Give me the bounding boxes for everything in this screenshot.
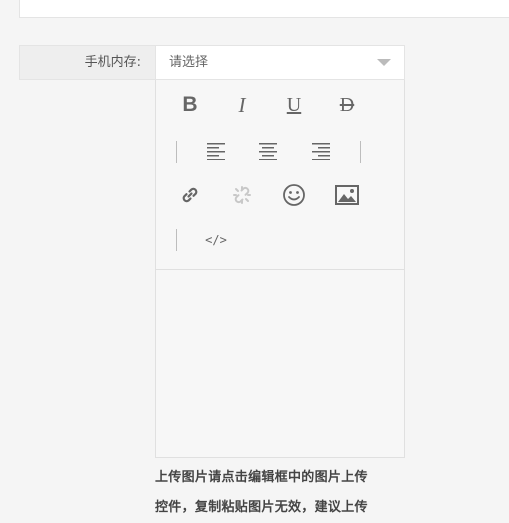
editor-content-area[interactable] [156,270,404,457]
underline-button[interactable]: U [279,90,309,120]
align-left-icon [207,143,225,160]
upload-hint-line: 上传图片请点击编辑框中的图片上传 [155,470,368,485]
align-right-button[interactable] [306,136,336,166]
editor-toolbar: B I U D </> [156,80,404,270]
underline-icon: U [286,93,302,116]
chevron-down-icon [377,59,391,66]
emoji-icon [283,184,305,206]
image-button[interactable] [332,180,362,210]
link-button[interactable] [175,180,205,210]
link-icon [182,187,198,203]
toolbar-separator [176,229,177,251]
italic-icon: I [238,92,246,117]
toolbar-separator [360,141,361,163]
memory-select[interactable]: 请选择 [155,45,405,80]
upload-hint-line: 控件，复制粘贴图片无效，建议上传 [155,500,368,515]
memory-label: 手机内存: [19,45,155,80]
code-button[interactable]: </> [201,225,231,255]
memory-select-value: 请选择 [169,55,209,70]
rich-text-editor: B I U D </> [155,80,405,458]
align-right-icon [312,143,330,160]
code-icon: </> [205,233,227,247]
align-center-button[interactable] [253,136,283,166]
unlink-icon [233,186,251,204]
toolbar-separator [176,141,177,163]
strikethrough-button[interactable]: D [332,90,362,120]
upload-hint: 上传图片请点击编辑框中的图片上传 控件，复制粘贴图片无效，建议上传 [155,463,411,523]
unlink-button[interactable] [227,180,257,210]
italic-button[interactable]: I [227,90,257,120]
image-icon [335,185,359,205]
align-center-icon [259,143,277,160]
bold-icon: B [182,93,198,116]
emoji-button[interactable] [279,180,309,210]
memory-form-row: 手机内存: 请选择 [19,45,405,80]
top-input-box[interactable] [19,0,509,18]
bold-button[interactable]: B [175,90,205,120]
strikethrough-icon: D [339,93,355,116]
align-left-button[interactable] [201,136,231,166]
